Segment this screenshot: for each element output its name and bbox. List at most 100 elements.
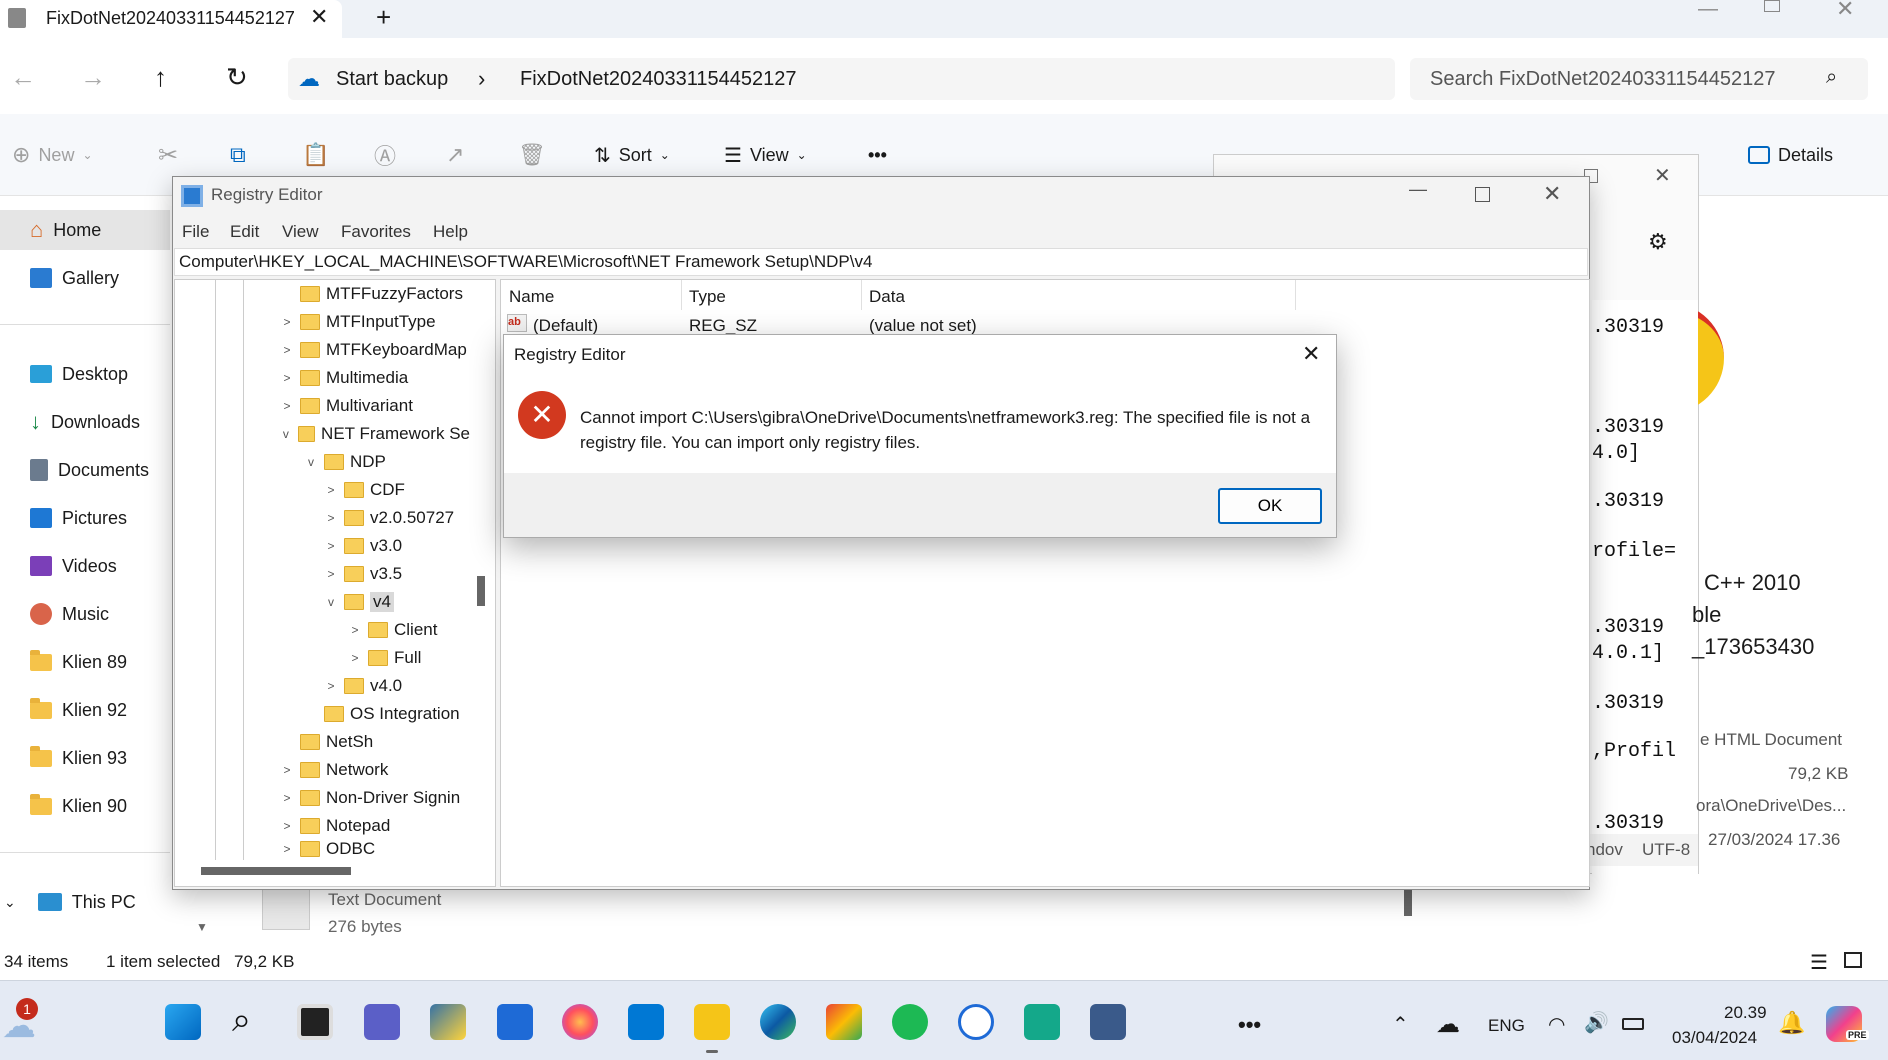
menu-favorites[interactable]: Favorites (341, 222, 411, 242)
tree-node[interactable]: MTFFuzzyFactors (280, 281, 463, 307)
tree-node[interactable]: OS Integration (304, 701, 460, 727)
clock-date[interactable]: 03/04/2024 (1672, 1028, 1757, 1048)
tree-node[interactable]: > v4.0 (324, 673, 402, 699)
column-type[interactable]: Type (689, 287, 726, 307)
sort-button[interactable]: ⇅ Sort ⌄ (594, 140, 670, 170)
tree-node[interactable]: > Non-Driver Signin (280, 785, 470, 811)
column-data[interactable]: Data (869, 287, 905, 307)
gear-icon[interactable]: ⚙ (1648, 229, 1668, 255)
column-name[interactable]: Name (509, 287, 554, 307)
python-icon[interactable] (430, 1004, 466, 1040)
sidebar-item-this-pc[interactable]: ⌄ This PC (0, 882, 170, 922)
address-bar[interactable]: ☁ Start backup › FixDotNet20240331154452… (288, 58, 1395, 100)
language-indicator[interactable]: ENG (1488, 1016, 1525, 1036)
teams-icon[interactable] (364, 1004, 400, 1040)
up-icon[interactable]: ↑ (154, 62, 167, 93)
menu-file[interactable]: File (182, 222, 209, 242)
tree-node[interactable]: > MTFInputType (280, 309, 435, 335)
tree-hscrollbar-thumb[interactable] (201, 867, 351, 875)
refresh-icon[interactable]: ↻ (226, 62, 248, 93)
sidebar-item-documents[interactable]: Documents (0, 450, 170, 490)
firefox-icon[interactable] (562, 1004, 598, 1040)
menu-view[interactable]: View (282, 222, 319, 242)
tree-node-ndp[interactable]: v NDP (304, 449, 386, 475)
tree-node[interactable]: > Client (348, 617, 437, 643)
sidebar-item-klien-92[interactable]: Klien 92 (0, 690, 170, 730)
clock-time[interactable]: 20.39 (1724, 1003, 1767, 1023)
notification-bell-icon[interactable]: 🔔 (1778, 1010, 1805, 1036)
power-automate-icon[interactable] (1024, 1004, 1060, 1040)
preview-close-icon[interactable]: ✕ (1654, 163, 1671, 188)
file-explorer-icon[interactable] (694, 1004, 730, 1040)
regedit-minimize-icon[interactable]: — (1409, 179, 1427, 200)
writer-app-icon[interactable] (958, 1004, 994, 1040)
minimize-icon[interactable]: — (1698, 0, 1718, 21)
breadcrumb-start-backup[interactable]: Start backup (336, 68, 448, 91)
forward-icon[interactable]: → (80, 62, 106, 93)
sidebar-item-gallery[interactable]: Gallery (0, 258, 170, 298)
store-icon[interactable] (497, 1004, 533, 1040)
back-icon[interactable]: ← (10, 62, 36, 93)
paste-icon[interactable]: 📋 (302, 140, 329, 170)
tree-node[interactable]: > Full (348, 645, 421, 671)
tree-node[interactable]: > v2.0.50727 (324, 505, 454, 531)
regedit-maximize-icon[interactable] (1475, 187, 1490, 202)
rename-icon[interactable]: Ⓐ (374, 140, 396, 170)
volume-icon[interactable]: 🔊 (1584, 1010, 1609, 1035)
tree-node[interactable]: NetSh (280, 729, 373, 755)
more-options-button[interactable]: ••• (868, 140, 887, 170)
close-tab-icon[interactable]: ✕ (310, 4, 328, 30)
tree-node[interactable]: > CDF (324, 477, 404, 503)
tree-node[interactable]: > v3.5 (324, 561, 402, 587)
registry-path-bar[interactable]: Computer\HKEY_LOCAL_MACHINE\SOFTWARE\Mic… (174, 248, 1588, 276)
dialog-close-icon[interactable]: ✕ (1302, 341, 1320, 367)
sidebar-item-klien-89[interactable]: Klien 89 (0, 642, 170, 682)
tree-node[interactable]: > MTFKeyboardMap (280, 337, 466, 363)
sidebar-item-videos[interactable]: Videos (0, 546, 170, 586)
list-view-icon[interactable]: ☰ (1810, 950, 1828, 975)
tree-node-v4-selected[interactable]: v v4 (324, 589, 394, 615)
search-icon[interactable]: ⌕ (1826, 66, 1837, 89)
tree-node[interactable]: > v3.0 (324, 533, 402, 559)
sidebar-item-klien-93[interactable]: Klien 93 (0, 738, 170, 778)
tile-view-icon[interactable] (1844, 952, 1862, 968)
cut-icon[interactable]: ✂ (158, 140, 178, 170)
value-row[interactable]: ab (Default) REG_SZ (value not set) (505, 314, 1405, 336)
scroll-down-icon[interactable]: ▼ (196, 920, 208, 934)
overflow-icon[interactable]: ••• (1238, 1012, 1261, 1038)
scribble-app-icon[interactable] (826, 1004, 862, 1040)
sidebar-item-music[interactable]: Music (0, 594, 170, 634)
bing-icon[interactable] (1090, 1004, 1126, 1040)
sidebar-item-home[interactable]: ⌂ Home (0, 210, 170, 250)
breadcrumb-folder[interactable]: FixDotNet20240331154452127 (520, 68, 797, 91)
new-tab-icon[interactable]: + (376, 2, 391, 33)
new-button[interactable]: ⊕ New ⌄ (12, 140, 93, 170)
start-icon[interactable] (165, 1004, 201, 1040)
battery-icon[interactable] (1622, 1018, 1644, 1030)
delete-icon[interactable]: 🗑 (518, 140, 546, 170)
tree-scrollbar-thumb[interactable] (477, 576, 485, 606)
onedrive-icon[interactable]: ☁ (1436, 1010, 1460, 1039)
search-box[interactable]: Search FixDotNet20240331154452127 ⌕ (1410, 58, 1868, 100)
menu-help[interactable]: Help (433, 222, 468, 242)
ok-button[interactable]: OK (1218, 488, 1322, 524)
regedit-close-icon[interactable]: ✕ (1543, 181, 1561, 207)
view-button[interactable]: ☰ View ⌄ (724, 140, 807, 170)
tree-node[interactable]: > Multivariant (280, 393, 412, 419)
search-taskbar-icon[interactable]: ⌕ (232, 1003, 268, 1040)
edge-icon[interactable] (760, 1004, 796, 1040)
chevron-up-icon[interactable]: ⌃ (1392, 1012, 1409, 1037)
sidebar-item-pictures[interactable]: Pictures (0, 498, 170, 538)
close-window-icon[interactable]: ✕ (1836, 0, 1854, 22)
menu-edit[interactable]: Edit (230, 222, 259, 242)
tree-node[interactable]: > Multimedia (280, 365, 408, 391)
tree-node[interactable]: > Network (280, 757, 388, 783)
tree-node[interactable]: > ODBC (280, 840, 375, 858)
tree-node-net-framework[interactable]: v NET Framework Se (280, 421, 470, 447)
tree-node[interactable]: > Notepad (280, 813, 390, 839)
sidebar-item-desktop[interactable]: Desktop (0, 354, 170, 394)
vscode-icon[interactable] (628, 1004, 664, 1040)
sidebar-item-klien-90[interactable]: Klien 90 (0, 786, 170, 826)
copy-icon[interactable]: ⧉ (230, 140, 246, 170)
details-button[interactable]: Details (1748, 140, 1833, 170)
